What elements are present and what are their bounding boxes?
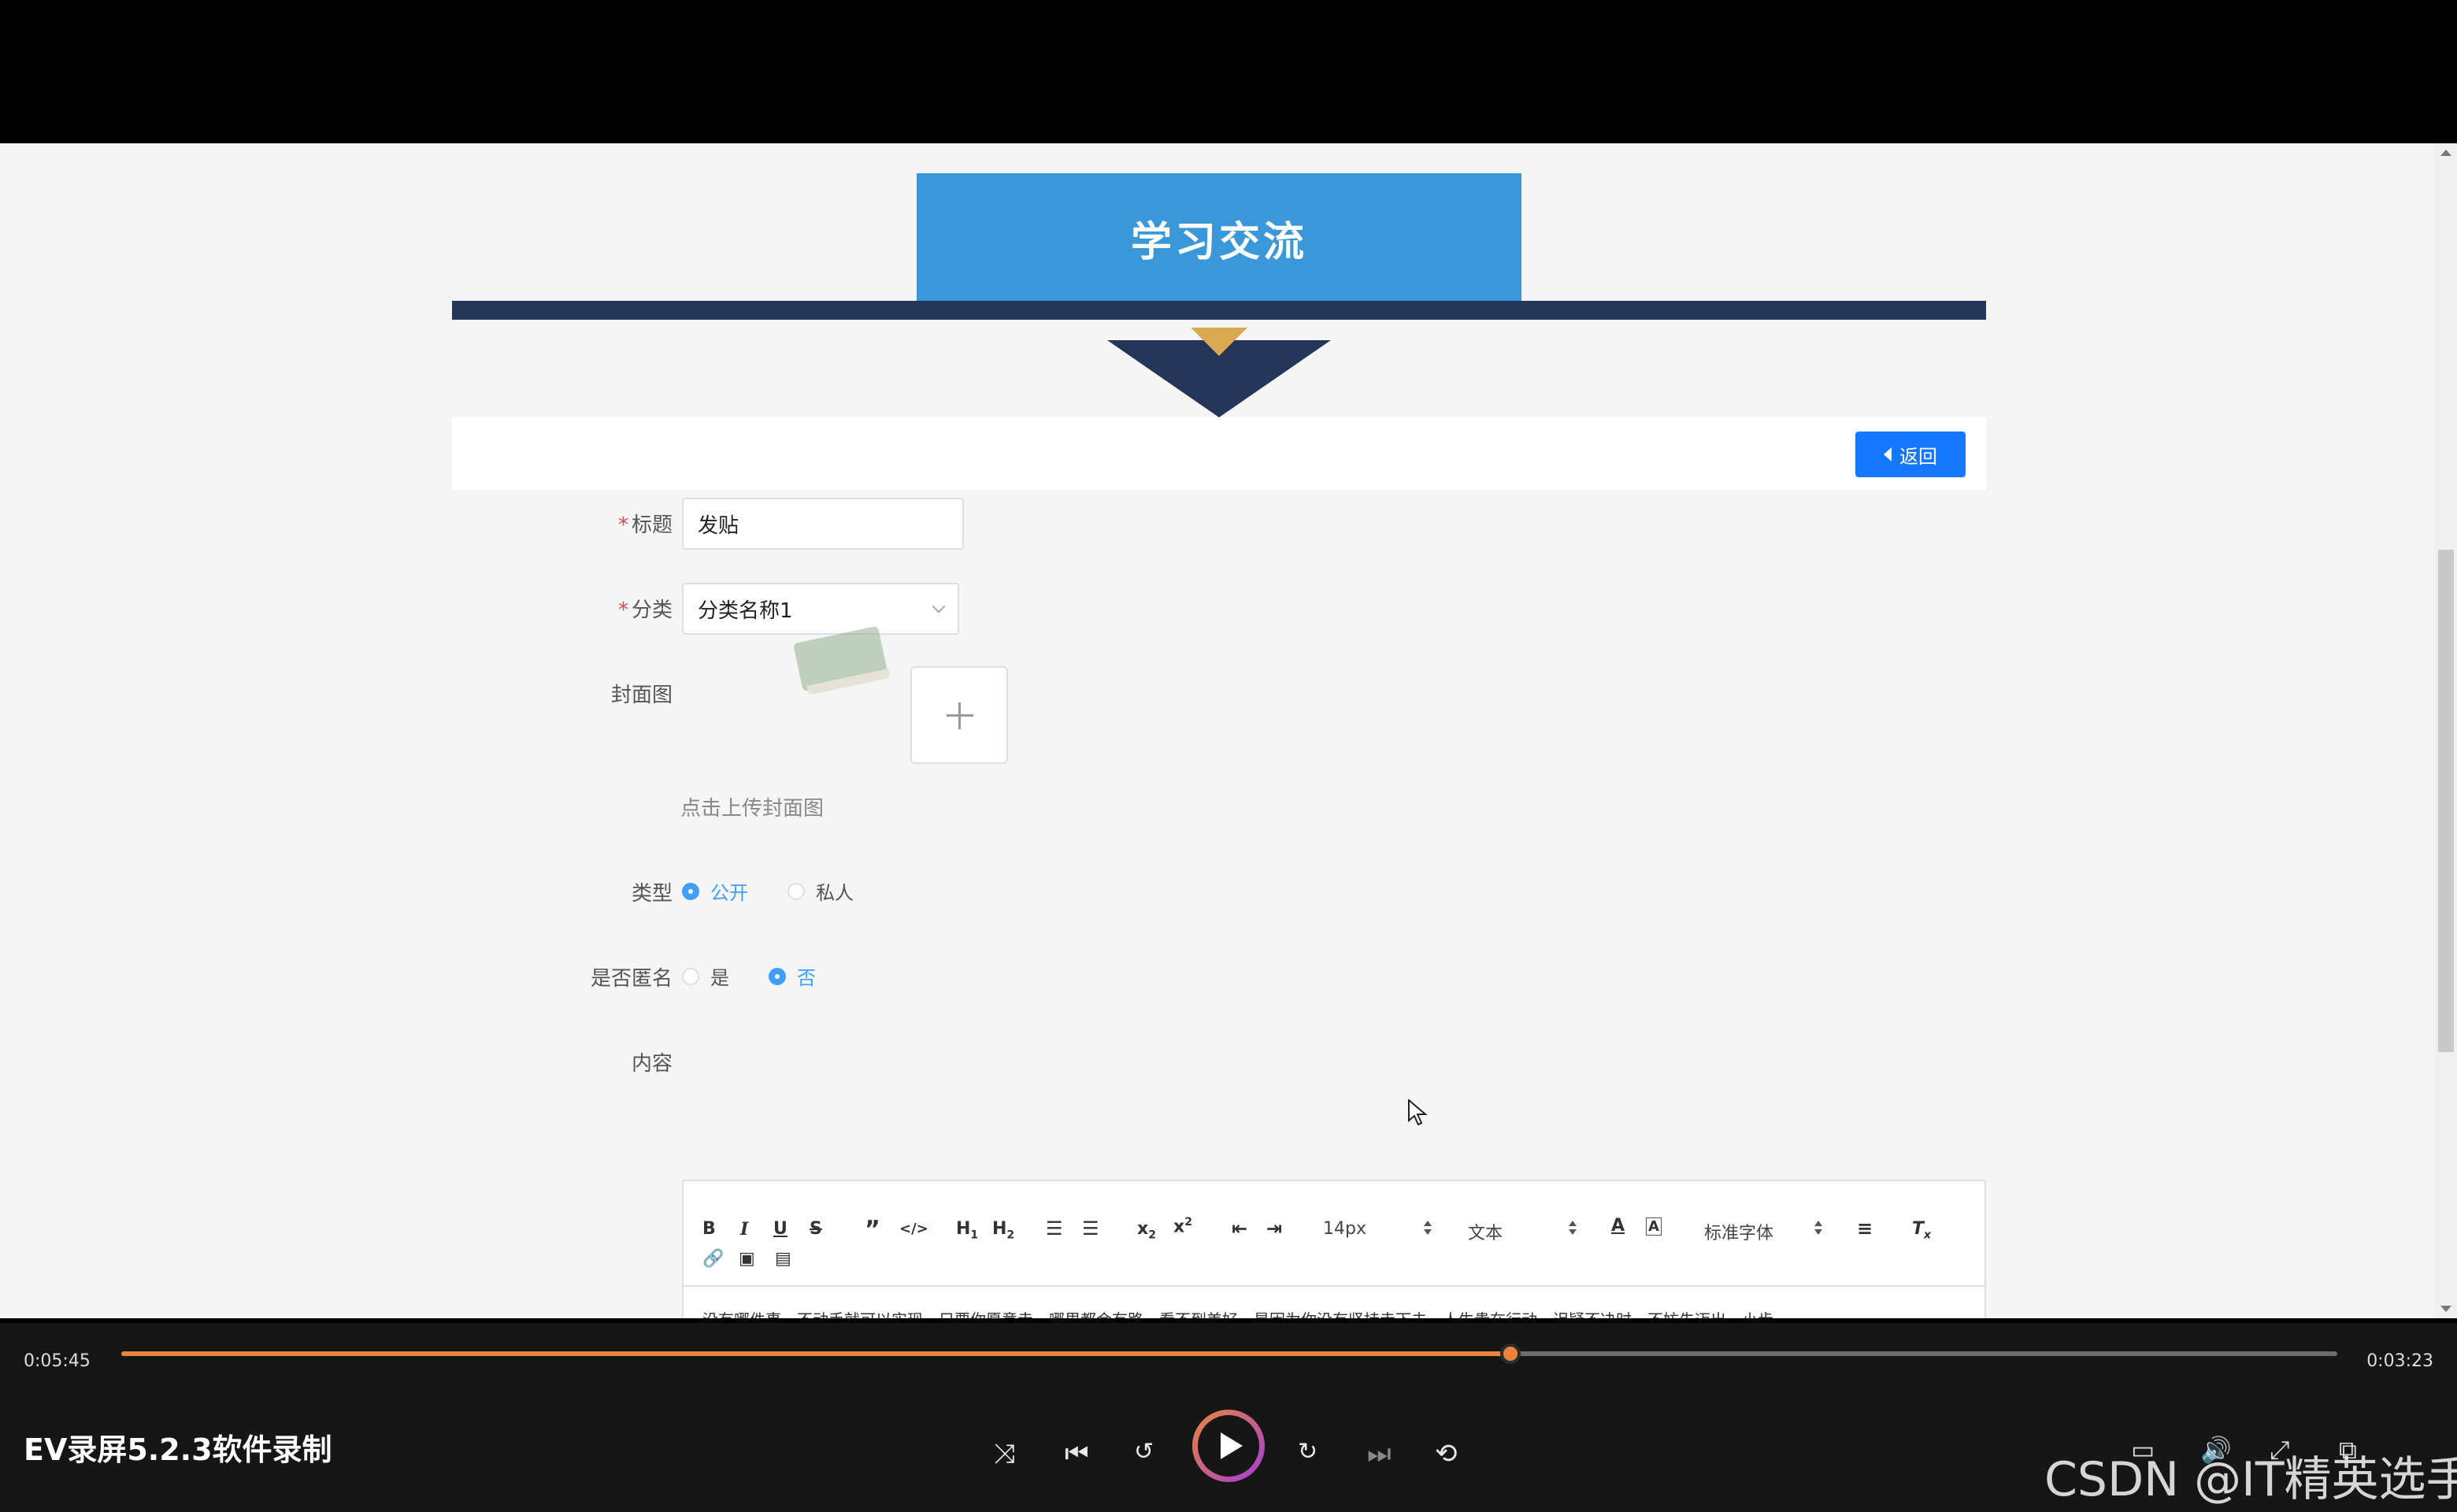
underline-icon[interactable]: U xyxy=(773,1219,788,1239)
anonymous-label: 是否匿名 xyxy=(590,967,673,991)
upload-cover-button[interactable] xyxy=(910,666,1008,764)
current-time: 0:05:45 xyxy=(24,1351,91,1371)
title-input[interactable]: 发贴 xyxy=(682,498,964,550)
anonymous-radio-no[interactable]: 否 xyxy=(769,962,816,990)
forward-30-icon[interactable]: ↻ xyxy=(1298,1438,1317,1466)
radio-checked-icon xyxy=(769,967,786,985)
total-time: 0:03:23 xyxy=(2366,1351,2433,1371)
banner-bar xyxy=(452,301,1986,320)
strikethrough-icon[interactable]: S xyxy=(810,1219,822,1239)
heading2-icon[interactable]: H2 xyxy=(992,1219,1014,1241)
back-button-label: 返回 xyxy=(1899,445,1937,468)
banner-title: 学习交流 xyxy=(1130,218,1307,266)
radio-checked-icon xyxy=(682,882,699,900)
updown-icon xyxy=(1569,1221,1577,1236)
editor-toolbar: B I U S ” </> H1 H2 ☰ ☰ x2 x2 ⇤ ⇥ 14px 文… xyxy=(684,1200,1984,1287)
required-marker: * xyxy=(617,513,628,537)
ordered-list-icon[interactable]: ☰ xyxy=(1046,1217,1063,1240)
video-frame: 学习交流 返回 * 标题 发贴 * 分类 分类名称1 封面图 点击上传封面图 类… xyxy=(0,143,2457,1318)
shuffle-icon[interactable]: ⤨ xyxy=(994,1438,1015,1469)
type-label: 类型 xyxy=(631,882,673,906)
player-controls: 0:05:45 0:03:23 EV录屏5.2.3软件录制 ⤨ ⏮ ↺ ↻ ⏭ … xyxy=(0,1323,2457,1512)
updown-icon xyxy=(1814,1221,1822,1236)
scroll-up-icon[interactable] xyxy=(2440,150,2451,156)
italic-icon[interactable]: I xyxy=(740,1219,748,1240)
outdent-icon[interactable]: ⇤ xyxy=(1232,1217,1247,1240)
book-cover-preview xyxy=(793,624,900,706)
page-banner: 学习交流 xyxy=(917,173,1521,302)
scroll-down-icon[interactable] xyxy=(2440,1306,2451,1312)
next-icon[interactable]: ⏭ xyxy=(1367,1438,1392,1469)
font-family-select[interactable]: 标准字体 xyxy=(1704,1219,1773,1244)
scrollbar-thumb[interactable] xyxy=(2438,550,2454,1052)
anonymous-radio-yes[interactable]: 是 xyxy=(682,962,729,990)
content-label: 内容 xyxy=(631,1052,673,1076)
category-select[interactable]: 分类名称1 xyxy=(682,583,959,635)
back-button[interactable]: 返回 xyxy=(1855,432,1966,477)
title-label: * 标题 xyxy=(617,513,673,537)
cover-upload-hint: 点击上传封面图 xyxy=(680,797,825,821)
video-title: EV录屏5.2.3软件录制 xyxy=(24,1432,332,1467)
radio-unchecked-icon xyxy=(788,882,805,900)
chevron-down-icon xyxy=(932,599,946,613)
bullet-list-icon[interactable]: ☰ xyxy=(1082,1217,1099,1240)
quote-icon[interactable]: ” xyxy=(865,1216,880,1243)
repeat-off-icon[interactable]: ⟲ xyxy=(1435,1438,1458,1469)
subscript-icon[interactable]: x2 xyxy=(1137,1219,1156,1241)
superscript-icon[interactable]: x2 xyxy=(1173,1216,1192,1236)
rich-text-editor[interactable]: B I U S ” </> H1 H2 ☰ ☰ x2 x2 ⇤ ⇥ 14px 文… xyxy=(682,1180,1986,1318)
image-icon[interactable]: ▣ xyxy=(739,1249,755,1269)
title-input-value: 发贴 xyxy=(698,513,739,538)
clear-format-icon[interactable]: Tx xyxy=(1912,1219,1931,1241)
progress-handle[interactable] xyxy=(1500,1343,1521,1364)
caret-left-icon xyxy=(1884,447,1892,461)
link-icon[interactable]: 🔗 xyxy=(702,1249,724,1269)
watermark: CSDN @IT精英选手 xyxy=(2044,1452,2457,1507)
required-marker: * xyxy=(617,598,628,622)
background-color-icon[interactable]: A xyxy=(1646,1217,1662,1236)
heading1-icon[interactable]: H1 xyxy=(956,1219,978,1241)
block-format-select[interactable]: 文本 xyxy=(1468,1219,1503,1244)
vertical-scrollbar[interactable] xyxy=(2435,143,2457,1318)
type-radio-private[interactable]: 私人 xyxy=(788,877,854,905)
progress-fill xyxy=(121,1351,1511,1356)
category-label: * 分类 xyxy=(617,598,673,622)
video-player-window: 学习交流 返回 * 标题 发贴 * 分类 分类名称1 封面图 点击上传封面图 类… xyxy=(0,0,2457,1512)
play-button[interactable] xyxy=(1192,1410,1265,1482)
indent-icon[interactable]: ⇥ xyxy=(1266,1217,1282,1240)
editor-content[interactable]: 没有哪件事，不动手就可以实现。只要你愿意走，哪里都会有路。看不到美好，是因为你没… xyxy=(702,1307,1789,1318)
play-icon xyxy=(1221,1432,1243,1459)
video-icon[interactable]: ▤ xyxy=(775,1249,791,1269)
banner-gold-arrow xyxy=(1191,328,1247,356)
type-radio-public[interactable]: 公开 xyxy=(682,877,748,905)
updown-icon xyxy=(1424,1221,1432,1236)
category-select-value: 分类名称1 xyxy=(698,598,793,623)
align-left-icon[interactable]: ≡ xyxy=(1857,1217,1873,1240)
rewind-10-icon[interactable]: ↺ xyxy=(1134,1438,1154,1466)
bold-icon[interactable]: B xyxy=(702,1219,716,1239)
cover-label: 封面图 xyxy=(610,684,673,707)
form-toolbar: 返回 xyxy=(452,417,1986,490)
radio-unchecked-icon xyxy=(682,967,699,985)
text-color-icon[interactable]: A xyxy=(1611,1216,1625,1236)
code-icon[interactable]: </> xyxy=(899,1221,928,1237)
progress-bar[interactable] xyxy=(121,1343,2337,1364)
font-size-select[interactable]: 14px xyxy=(1323,1219,1366,1239)
previous-icon[interactable]: ⏮ xyxy=(1065,1438,1089,1469)
